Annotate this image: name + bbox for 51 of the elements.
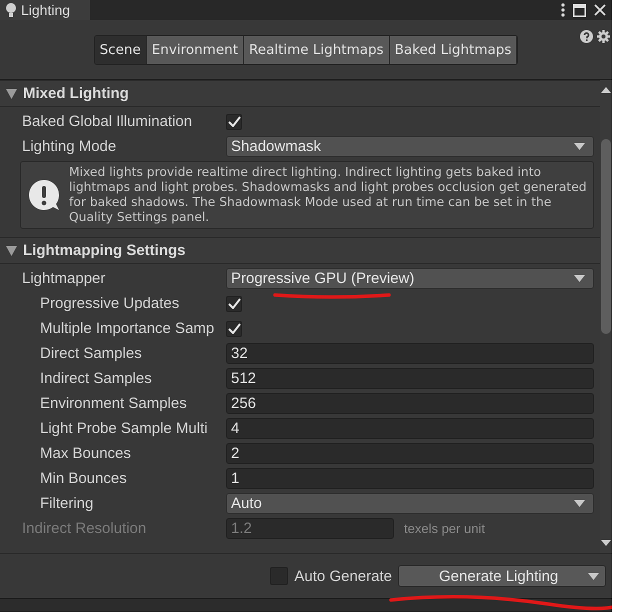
dropdown[interactable]: Progressive GPU (Preview) bbox=[226, 268, 594, 289]
help-text: Mixed lights provide realtime direct lighting. Indirect lighting gets baked into lightmaps and light probes. Shadowmasks and light probes occlusion get generated for baked shadows. The Shadowmask Mode used at run time can be set in the Quality Settings panel. bbox=[69, 165, 587, 225]
unit-label: texels per unit bbox=[404, 521, 485, 536]
field-label: Lightmapper bbox=[22, 270, 106, 287]
field-label: Environment Samples bbox=[40, 395, 188, 412]
maximize-icon[interactable] bbox=[573, 4, 586, 16]
field-label: Progressive Updates bbox=[40, 295, 180, 312]
checkbox[interactable] bbox=[226, 296, 242, 312]
dropdown-caret-icon bbox=[588, 572, 599, 580]
field-label: Indirect Resolution bbox=[22, 520, 148, 537]
settings-icon[interactable] bbox=[597, 30, 610, 43]
tab[interactable]: Baked Lightmaps bbox=[390, 36, 518, 64]
tab[interactable]: Environment bbox=[146, 36, 244, 64]
dropdown-caret-icon bbox=[574, 275, 585, 282]
expand-triangle-icon[interactable] bbox=[6, 246, 17, 256]
tab[interactable]: Scene bbox=[94, 36, 147, 64]
lightbulb-icon bbox=[6, 3, 16, 17]
checkbox[interactable] bbox=[226, 320, 242, 336]
field-label: Multiple Importance Samp bbox=[40, 320, 216, 337]
auto-generate-label: Auto Generate bbox=[294, 568, 392, 584]
help-icon[interactable] bbox=[580, 30, 593, 43]
field-label: Direct Samples bbox=[40, 345, 143, 362]
window-tab[interactable]: Lighting bbox=[0, 0, 90, 20]
number-field[interactable]: 4 bbox=[226, 418, 594, 439]
warning-icon bbox=[27, 178, 61, 212]
dropdown[interactable]: Auto bbox=[226, 493, 594, 514]
field-label: Light Probe Sample Multi bbox=[40, 420, 209, 437]
field-label: Lighting Mode bbox=[22, 138, 118, 155]
field-label: Indirect Samples bbox=[40, 370, 153, 387]
number-field[interactable]: 2 bbox=[226, 443, 594, 464]
expand-triangle-icon[interactable] bbox=[6, 88, 17, 98]
field-label: Min Bounces bbox=[40, 470, 128, 487]
field-label: Max Bounces bbox=[40, 445, 132, 462]
section-title: Lightmapping Settings bbox=[23, 242, 186, 259]
dropdown-caret-icon bbox=[574, 143, 585, 150]
section-title: Mixed Lighting bbox=[23, 85, 129, 102]
field-label: Baked Global Illumination bbox=[22, 113, 194, 130]
tab[interactable]: Realtime Lightmaps bbox=[244, 36, 390, 64]
close-icon[interactable] bbox=[594, 4, 606, 16]
number-field[interactable]: 512 bbox=[226, 368, 594, 389]
more-options-icon[interactable] bbox=[561, 3, 565, 17]
number-field[interactable]: 256 bbox=[226, 393, 594, 414]
number-field[interactable]: 32 bbox=[226, 343, 594, 364]
checkbox[interactable] bbox=[226, 114, 242, 130]
field-label: Filtering bbox=[40, 495, 94, 512]
scroll-up-icon[interactable] bbox=[601, 86, 611, 94]
number-field[interactable]: 1 bbox=[226, 468, 594, 489]
dropdown[interactable]: Shadowmask bbox=[226, 136, 594, 157]
dropdown-caret-icon bbox=[574, 500, 585, 507]
generate-lighting-button[interactable]: Generate Lighting bbox=[398, 565, 606, 587]
scroll-down-icon[interactable] bbox=[601, 539, 611, 547]
